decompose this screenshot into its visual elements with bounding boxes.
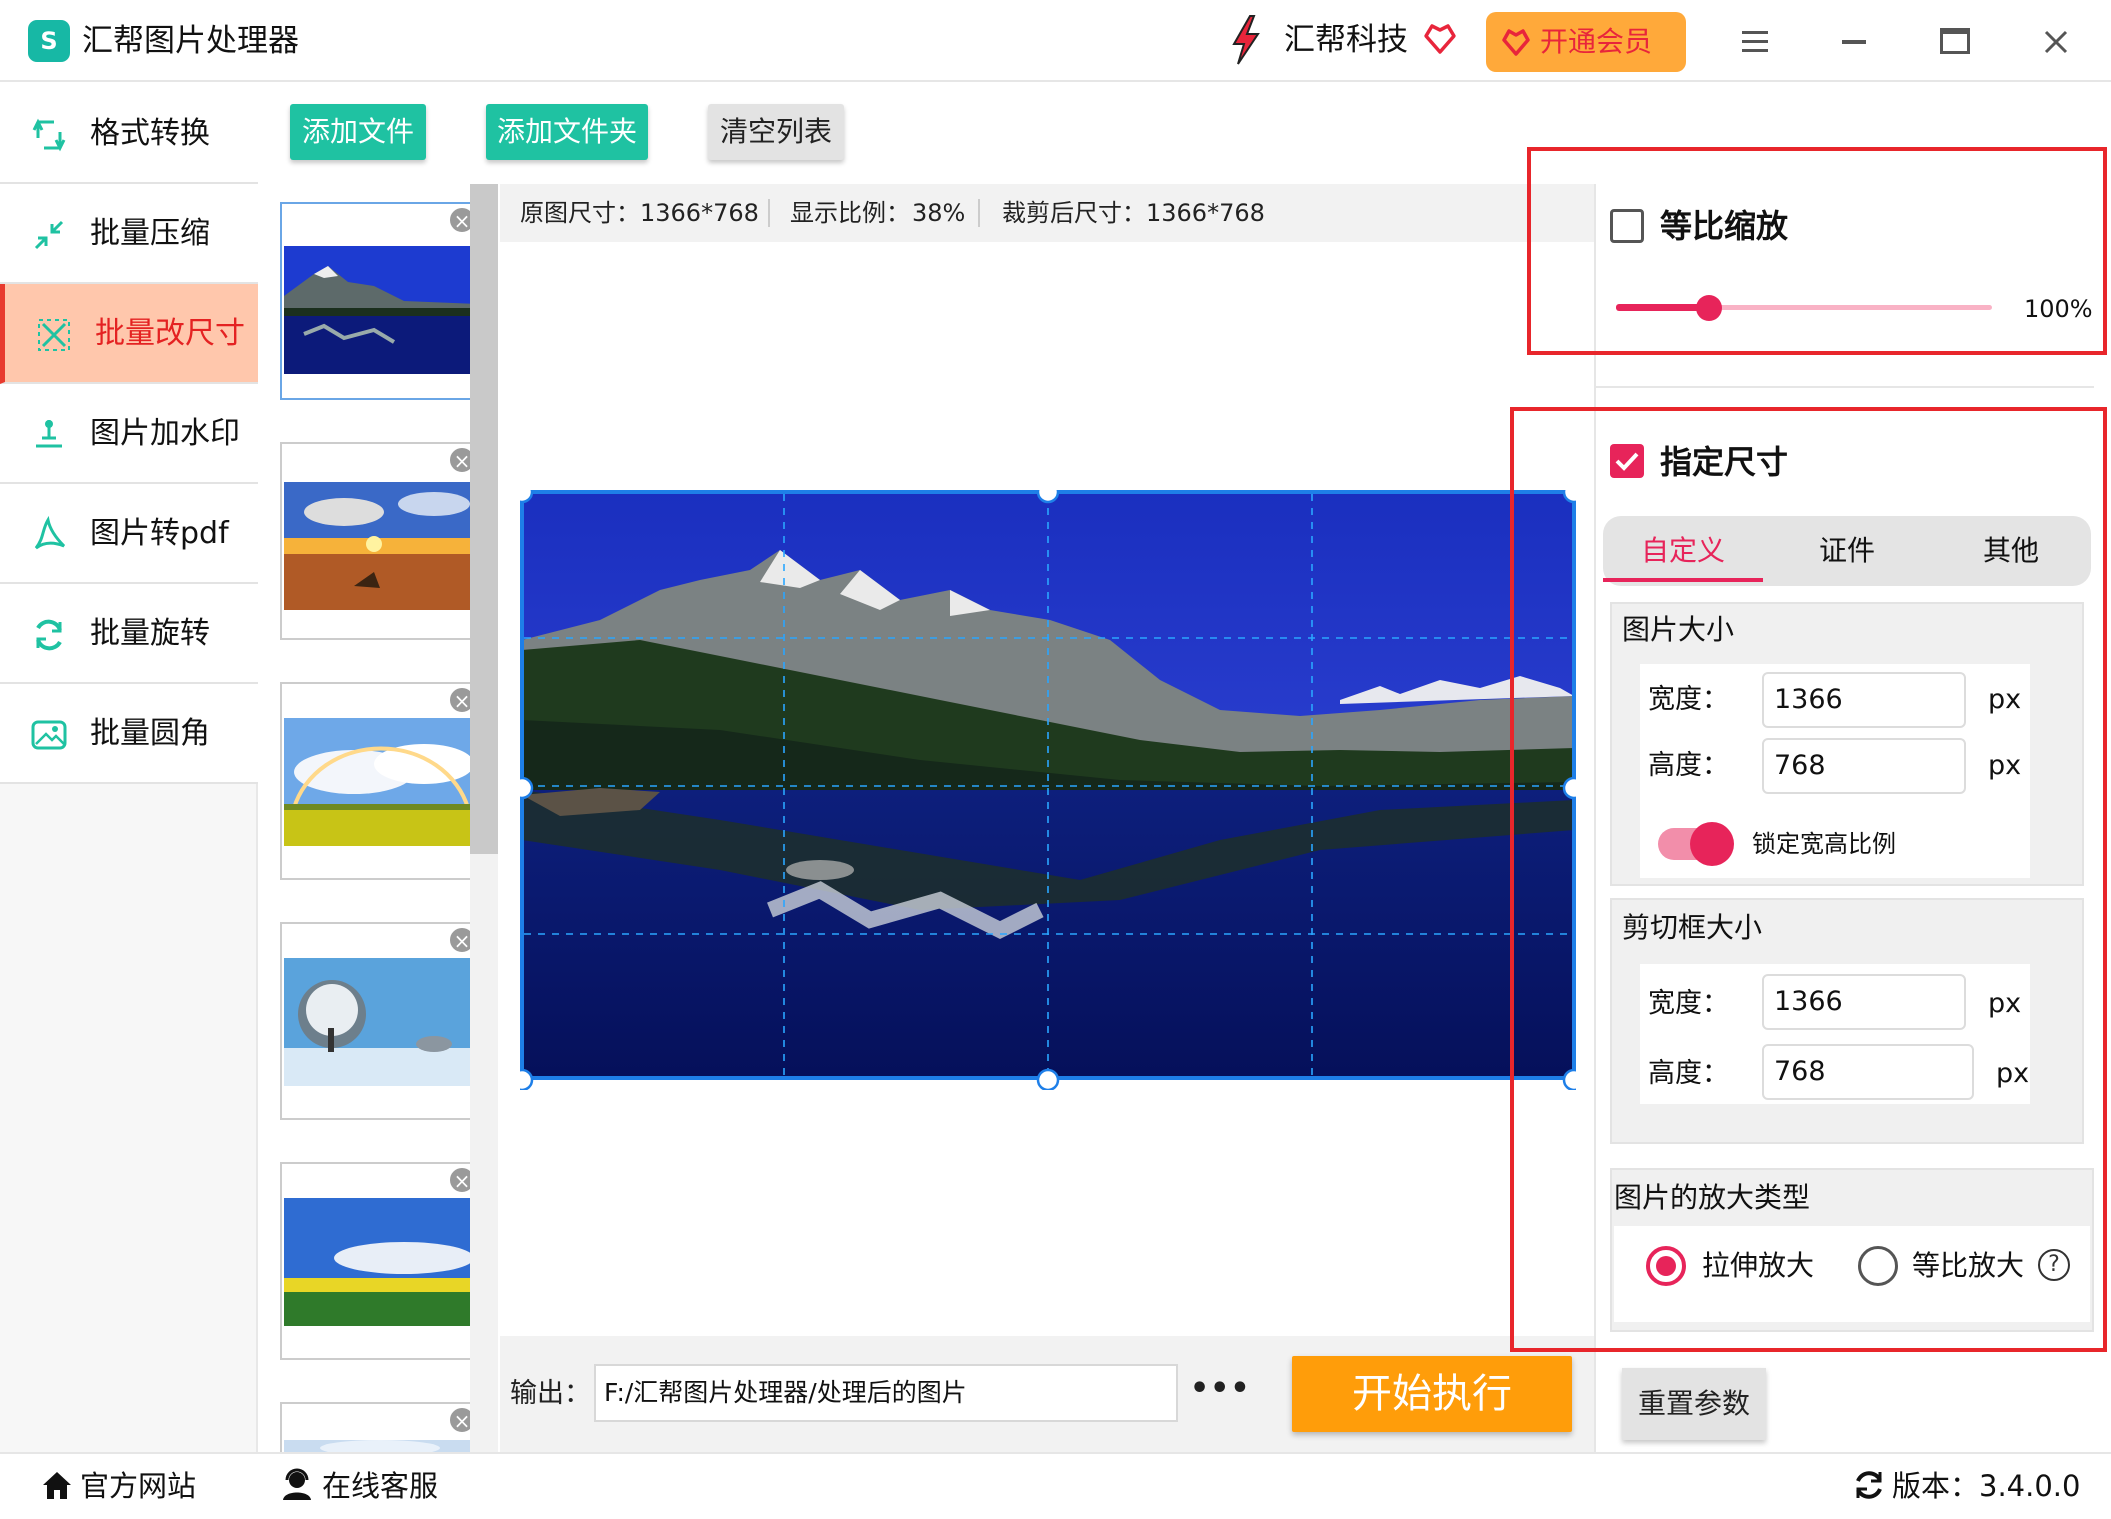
official-website-link[interactable]: 官方网站 [80, 1466, 196, 1506]
minimize-icon[interactable] [1842, 40, 1866, 44]
app-logo: S [28, 20, 70, 62]
add-file-button[interactable]: 添加文件 [290, 104, 426, 160]
original-size-label: 原图尺寸： [520, 199, 640, 227]
thumbnail-item[interactable]: × [280, 1162, 480, 1360]
brand-logo-icon [1232, 15, 1260, 65]
thumbnail-item[interactable]: × [280, 442, 480, 640]
browse-more-icon[interactable]: ••• [1190, 1374, 1250, 1414]
highlight-box-scale [1527, 147, 2107, 355]
brand-heart-icon [1424, 24, 1456, 54]
sidebar-item-label: 批量圆角 [90, 716, 210, 751]
highlight-box-specify-size [1510, 407, 2107, 1352]
pdf-icon [34, 516, 66, 550]
panel-divider [1594, 386, 2094, 388]
compress-icon [34, 220, 64, 250]
display-ratio-label: 显示比例： [790, 199, 910, 227]
thumbnail-item[interactable]: × [280, 202, 480, 400]
version-value: 3.4.0.0 [1979, 1469, 2081, 1503]
thumbnail-sky-field [284, 1198, 478, 1326]
sidebar-item-label: 批量改尺寸 [95, 316, 245, 351]
rounded-corner-icon [31, 720, 67, 750]
thumbnail-item[interactable]: × [280, 922, 480, 1120]
watermark-icon [36, 420, 62, 448]
start-button[interactable]: 开始执行 [1292, 1356, 1572, 1432]
footer [0, 1452, 2111, 1519]
sidebar-item-resize[interactable]: 批量改尺寸 [0, 284, 258, 384]
close-icon[interactable] [2040, 26, 2072, 58]
home-icon [43, 1472, 71, 1499]
info-divider [768, 199, 770, 227]
thumbnail-snowy-trees [284, 958, 478, 1086]
sidebar: 格式转换 批量压缩 批量改尺寸 图片加水印 图片转pdf 批量旋转 批量圆角 [0, 84, 258, 1454]
cropped-size-value: 1366*768 [1146, 199, 1265, 227]
refresh-icon[interactable] [1852, 1468, 1886, 1502]
preview-image-with-crop-box[interactable] [520, 490, 1576, 1090]
customer-service-icon [283, 1468, 311, 1500]
output-path-field[interactable]: F:/汇帮图片处理器/处理后的图片 [594, 1364, 1178, 1422]
sidebar-item-rotate[interactable]: 批量旋转 [0, 584, 258, 684]
clear-list-button[interactable]: 清空列表 [708, 104, 844, 160]
thumbnail-item[interactable]: × [280, 682, 480, 880]
version-label: 版本： [1892, 1469, 1980, 1503]
resize-icon [38, 319, 70, 351]
add-folder-button[interactable]: 添加文件夹 [486, 104, 648, 160]
info-divider [978, 199, 980, 227]
online-support-link[interactable]: 在线客服 [322, 1466, 438, 1506]
output-label: 输出： [510, 1378, 591, 1409]
original-size-value: 1366*768 [640, 199, 759, 227]
sidebar-item-label: 格式转换 [90, 116, 210, 151]
image-info-bar: 原图尺寸： 1366*768 显示比例： 38% 裁剪后尺寸： 1366*768 [500, 184, 1594, 242]
maximize-icon[interactable] [1940, 28, 1970, 54]
sidebar-item-label: 批量压缩 [90, 216, 210, 251]
brand-name: 汇帮科技 [1284, 22, 1408, 58]
reset-params-button[interactable]: 重置参数 [1622, 1368, 1766, 1440]
sidebar-item-compress[interactable]: 批量压缩 [0, 184, 258, 284]
sidebar-item-rounded-corner[interactable]: 批量圆角 [0, 684, 258, 784]
vip-heart-icon [1502, 29, 1530, 56]
vip-button-label: 开通会员 [1540, 25, 1653, 58]
sidebar-item-pdf[interactable]: 图片转pdf [0, 484, 258, 584]
thumbnail-sunset-beach [284, 482, 478, 610]
cropped-size-label: 裁剪后尺寸： [1002, 199, 1146, 227]
sidebar-item-format-convert[interactable]: 格式转换 [0, 84, 258, 184]
app-title: 汇帮图片处理器 [82, 23, 299, 59]
format-convert-icon [32, 118, 66, 152]
sidebar-item-label: 图片转pdf [90, 516, 229, 551]
sidebar-item-label: 图片加水印 [90, 416, 240, 451]
version-info: 版本：3.4.0.0 [1892, 1466, 2080, 1506]
thumbnail-scrollbar-thumb[interactable] [470, 184, 498, 854]
sidebar-item-label: 批量旋转 [90, 616, 210, 651]
display-ratio-value: 38% [912, 199, 966, 227]
title-bar [0, 0, 2111, 82]
thumbnail-mountain-lake [284, 246, 478, 374]
menu-icon[interactable] [1740, 30, 1772, 54]
rotate-icon [36, 619, 62, 651]
thumbnail-rainbow-field [284, 718, 478, 846]
sidebar-item-watermark[interactable]: 图片加水印 [0, 384, 258, 484]
